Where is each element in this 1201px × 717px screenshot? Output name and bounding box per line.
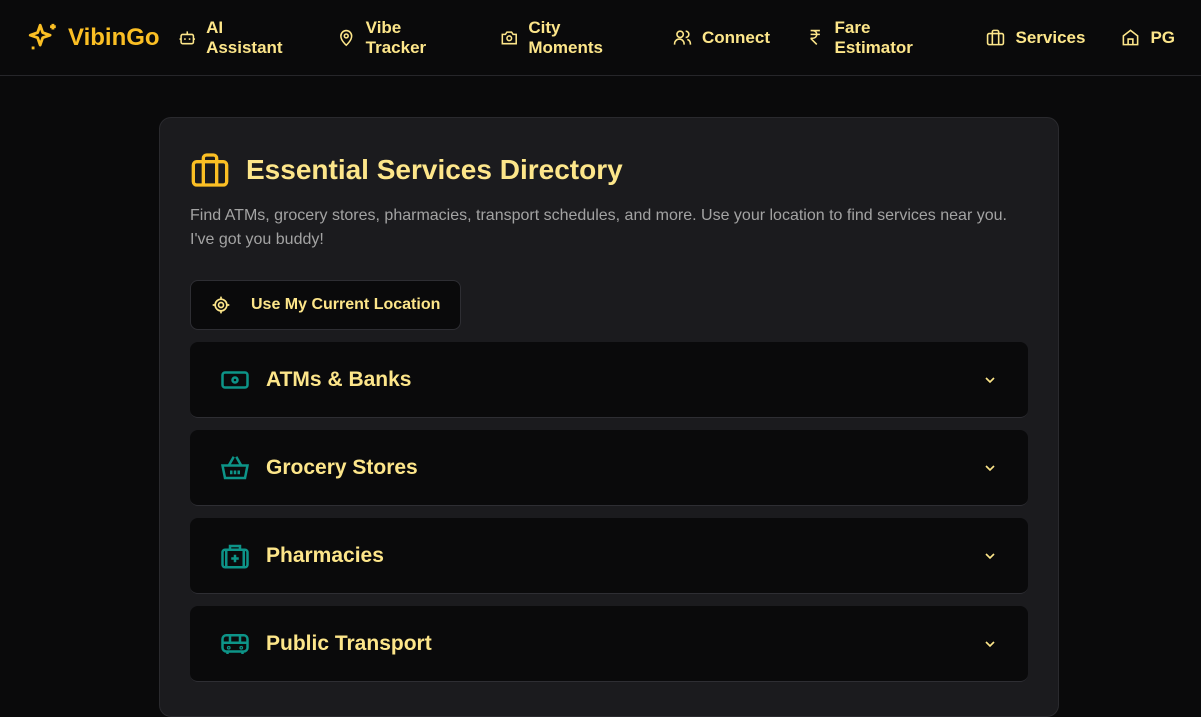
nav-ai-assistant[interactable]: AI Assistant [178,18,302,58]
sparkles-icon [28,23,56,49]
category-label: ATMs & Banks [266,367,412,391]
nav-pg[interactable]: PG [1121,28,1175,48]
nav-connect[interactable]: Connect [673,28,770,48]
nav-vibe-tracker[interactable]: Vibe Tracker [337,18,464,58]
category-atms-banks[interactable]: ATMs & Banks [190,342,1028,418]
use-location-label: Use My Current Location [251,296,441,313]
banknote-icon [221,370,249,389]
page-title: Essential Services Directory [246,154,623,185]
nav-city-moments[interactable]: City Moments [500,18,637,58]
home-icon [1123,29,1139,46]
chevron-down-icon[interactable] [982,372,998,388]
services-card: Essential Services Directory Find ATMs, … [159,117,1059,717]
map-pin-icon [340,29,353,47]
brand-logo[interactable]: VibinGo [26,21,160,55]
basket-icon [220,455,250,479]
category-label: Pharmacies [266,543,384,567]
nav-label: Fare Estimator [834,17,913,57]
category-public-transport[interactable]: Public Transport [190,606,1028,682]
category-grocery-stores[interactable]: Grocery Stores [190,430,1028,506]
chevron-down-icon[interactable] [982,636,998,652]
nav-fare-estimator[interactable]: Fare Estimator [806,18,951,58]
locate-icon [212,296,230,314]
bot-icon [179,31,195,45]
medical-bag-icon [221,544,249,568]
bus-icon [221,633,249,654]
category-label: Public Transport [266,631,432,655]
category-label: Grocery Stores [266,455,418,479]
briefcase-icon [191,153,229,187]
nav-label: AI Assistant [206,17,283,57]
top-nav: VibinGo AI Assistant Vibe Tracker City M… [0,0,1201,76]
nav-label: Services [1015,27,1086,47]
category-pharmacies[interactable]: Pharmacies [190,518,1028,594]
nav-label: PG [1150,27,1175,47]
nav-label: City Moments [528,17,604,57]
camera-icon [501,31,517,45]
briefcase-icon [987,29,1005,46]
nav-label: Connect [701,27,770,47]
chevron-down-icon[interactable] [982,548,998,564]
nav-services[interactable]: Services [986,28,1085,48]
nav-label: Vibe Tracker [365,17,427,57]
page-description: Find ATMs, grocery stores, pharmacies, t… [190,207,1007,248]
users-icon [673,30,692,45]
use-location-button[interactable]: Use My Current Location [190,280,462,330]
brand-name: VibinGo [68,23,160,51]
rupee-icon [810,29,820,45]
chevron-down-icon[interactable] [982,460,998,476]
